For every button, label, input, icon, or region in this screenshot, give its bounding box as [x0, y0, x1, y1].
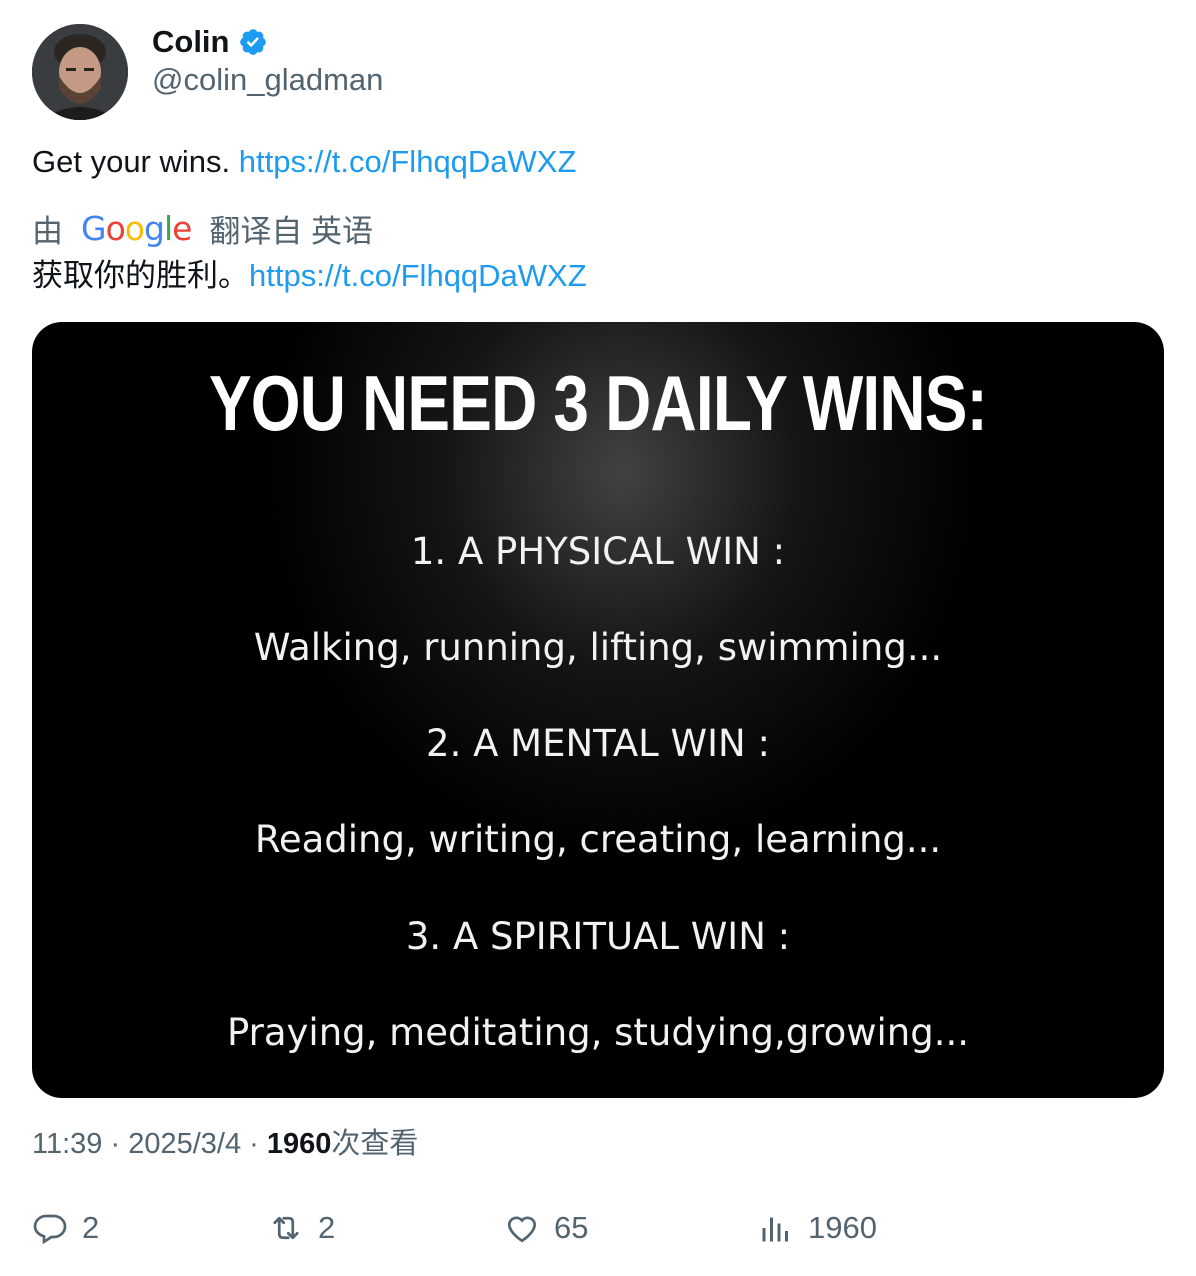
- image-line-mental-heading: 2. A MENTAL WIN :: [426, 722, 770, 765]
- avatar[interactable]: [32, 24, 128, 120]
- reply-icon: [33, 1214, 67, 1245]
- view-count: 1960: [266, 1128, 332, 1160]
- tweet-time[interactable]: 11:39: [32, 1128, 102, 1160]
- author-name-row: Colin: [152, 22, 268, 62]
- like-button[interactable]: 65: [504, 1200, 588, 1256]
- author-display-name[interactable]: Colin: [152, 24, 230, 60]
- image-title: YOU NEED 3 DAILY WINS:: [208, 359, 988, 447]
- views-chart-icon: [762, 1217, 788, 1242]
- reply-count: 2: [82, 1210, 100, 1245]
- tweet-text: Get your wins. https://t.co/FlhqqDaWXZ: [32, 140, 576, 184]
- like-count: 65: [554, 1210, 589, 1245]
- retweet-count: 2: [318, 1210, 336, 1245]
- reply-button[interactable]: 2: [32, 1200, 99, 1256]
- google-logo: Google: [81, 208, 192, 248]
- avatar-photo-icon: [32, 24, 128, 120]
- tweet-link[interactable]: https://t.co/FlhqqDaWXZ: [239, 144, 577, 179]
- views-count: 1960: [808, 1210, 877, 1245]
- image-line-mental-items: Reading, writing, creating, learning...: [254, 818, 942, 861]
- translated-link[interactable]: https://t.co/FlhqqDaWXZ: [249, 258, 587, 293]
- translated-text: 获取你的胜利。https://t.co/FlhqqDaWXZ: [32, 254, 587, 298]
- author-handle[interactable]: @colin_gladman: [152, 62, 383, 98]
- image-line-physical-heading: 1. A PHYSICAL WIN :: [410, 530, 786, 573]
- meta-separator: ·: [249, 1128, 259, 1160]
- translation-suffix[interactable]: 翻译自 英语: [209, 206, 373, 251]
- translation-attribution: 由 Google 翻译自 英语: [32, 206, 373, 250]
- translation-prefix: 由: [32, 213, 63, 249]
- tweet-date[interactable]: 2025/3/4: [128, 1128, 241, 1160]
- heart-icon: [507, 1216, 537, 1243]
- image-line-spiritual-items: Praying, meditating, studying,growing...: [226, 1011, 970, 1054]
- retweet-icon: [273, 1216, 299, 1240]
- tweet-body: Get your wins.: [32, 144, 231, 179]
- translated-body: 获取你的胜利。: [32, 258, 249, 293]
- verified-badge-icon: [238, 27, 268, 57]
- image-line-physical-items: Walking, running, lifting, swimming...: [253, 626, 943, 669]
- image-line-spiritual-heading: 3. A SPIRITUAL WIN :: [405, 915, 791, 958]
- tweet-media-image[interactable]: YOU NEED 3 DAILY WINS: 1. A PHYSICAL WIN…: [32, 322, 1164, 1098]
- meta-separator: ·: [110, 1128, 121, 1160]
- tweet-meta: 11:39 · 2025/3/4 · 1960次查看: [32, 1120, 418, 1162]
- view-label: 次查看: [331, 1128, 419, 1160]
- views-button[interactable]: 1960: [758, 1200, 877, 1256]
- retweet-button[interactable]: 2: [268, 1200, 335, 1256]
